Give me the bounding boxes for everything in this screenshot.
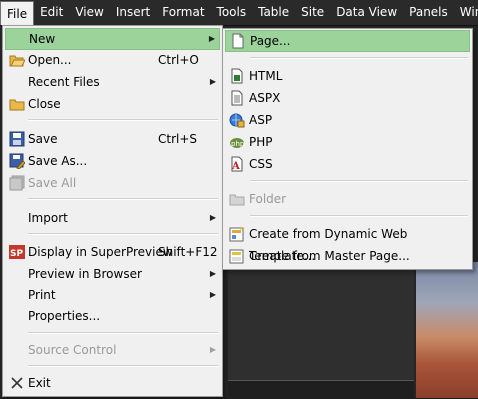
submenu-arrow-icon: ▶ [209,345,216,354]
submenu-arrow-icon: ▶ [209,269,216,278]
aspx-file-icon [229,90,245,106]
html-file-icon [229,68,245,84]
menu-item-label: PHP [249,135,273,149]
close-x-icon [9,375,25,391]
menu-item-save-all[interactable]: Save All [5,172,220,194]
menu-item-label: Recent Files [28,75,100,89]
menu-item-label: Exit [28,376,51,390]
menu-separator [28,233,218,235]
menu-separator [28,198,218,200]
asp-file-icon [229,112,245,128]
menu-item-from-master-page[interactable]: Create from Master Page... [225,245,470,267]
menu-item-new-page[interactable]: Page... [225,30,470,52]
menu-item-label: Properties... [28,309,101,323]
menu-file[interactable]: File [0,0,35,25]
menu-separator [28,332,218,334]
menu-item-label: ASPX [249,91,281,105]
shortcut-label: Ctrl+S [158,132,198,146]
menu-item-new-aspx[interactable]: ASPX [225,87,470,109]
menu-item-save[interactable]: Save Ctrl+S [5,128,220,150]
menu-item-properties[interactable]: Properties... [5,305,220,327]
svg-text:php: php [231,140,245,148]
menu-item-label: Open... [28,53,72,67]
menu-item-close[interactable]: Close [5,93,220,115]
menu-edit[interactable]: Edit [34,0,69,25]
menu-separator [28,365,218,367]
submenu-arrow-icon: ▶ [209,77,216,86]
menu-item-label: Save [28,132,58,146]
menu-item-open[interactable]: Open... Ctrl+O [5,49,220,71]
php-file-icon: php [229,134,245,150]
svg-text:SP: SP [10,249,23,259]
folder-icon [9,96,25,112]
svg-text:A: A [231,161,240,172]
menu-item-new-html[interactable]: HTML [225,65,470,87]
menu-item-label: Folder [249,192,287,206]
menu-item-label: Preview in Browser [28,267,142,281]
shortcut-label: Ctrl+O [158,53,199,67]
menu-item-superpreview[interactable]: SP Display in SuperPreview Shift+F12 [5,241,220,263]
background-panel [228,262,414,399]
menu-item-label: Page... [250,34,291,48]
superpreview-icon: SP [9,244,25,260]
menu-item-new[interactable]: New ▶ [5,28,220,50]
menu-bar: File Edit View Insert Format Tools Table… [0,0,478,26]
menu-item-label: Save As... [28,154,88,168]
master-page-icon [229,248,245,264]
menu-site[interactable]: Site [295,0,330,25]
menu-item-label: Save All [28,176,77,190]
menu-item-print[interactable]: Print ▶ [5,284,220,306]
menu-item-label: HTML [249,69,283,83]
page-icon [230,33,246,49]
menu-item-new-folder[interactable]: Folder [225,188,470,210]
menu-item-preview-in-browser[interactable]: Preview in Browser ▶ [5,263,220,285]
new-submenu: Page... HTML ASPX ASP php PHP A CSS Fold… [222,28,473,270]
submenu-arrow-icon: ▶ [209,290,216,299]
submenu-arrow-icon: ▶ [208,34,215,43]
menu-item-label: Close [28,97,61,111]
menu-item-source-control[interactable]: Source Control ▶ [5,339,220,361]
menu-item-import[interactable]: Import ▶ [5,207,220,229]
save-disk-icon [9,131,25,147]
save-all-icon [9,175,25,191]
menu-insert[interactable]: Insert [110,0,156,25]
menu-separator [28,119,218,121]
menu-item-label: New [29,32,56,46]
file-menu: New ▶ Open... Ctrl+O Recent Files ▶ Clos… [2,25,223,397]
menu-item-new-php[interactable]: php PHP [225,131,470,153]
background-panel-header [228,380,414,399]
menu-item-label: Import [28,211,68,225]
menu-item-from-dynamic-web-template[interactable]: Create from Dynamic Web Template... [225,223,470,263]
menu-item-new-asp[interactable]: ASP [225,109,470,131]
folder-icon [229,191,245,207]
menu-view[interactable]: View [69,0,109,25]
background-image-preview [416,262,478,398]
menu-window[interactable]: Window [454,0,478,25]
menu-item-label: ASP [249,113,273,127]
menu-tools[interactable]: Tools [211,0,253,25]
css-file-icon: A [229,156,245,172]
template-icon [229,226,245,242]
menu-separator [250,215,468,217]
menu-item-label: Display in SuperPreview [28,245,173,259]
menu-table[interactable]: Table [252,0,295,25]
open-folder-icon [9,52,26,68]
save-as-icon [9,153,26,170]
menu-item-save-as[interactable]: Save As... [5,150,220,172]
menu-item-new-css[interactable]: A CSS [225,153,470,175]
menu-data-view[interactable]: Data View [330,0,403,25]
menu-item-recent-files[interactable]: Recent Files ▶ [5,71,220,93]
menu-item-label: CSS [249,157,273,171]
menu-separator [250,180,468,182]
menu-item-label: Create from Master Page... [249,249,410,263]
menu-item-exit[interactable]: Exit [5,372,220,394]
submenu-arrow-icon: ▶ [209,213,216,222]
menu-separator [250,57,468,59]
menu-item-label: Source Control [28,343,117,357]
menu-panels[interactable]: Panels [403,0,454,25]
menu-item-label: Print [28,288,56,302]
shortcut-label: Shift+F12 [158,245,218,259]
menu-format[interactable]: Format [156,0,210,25]
